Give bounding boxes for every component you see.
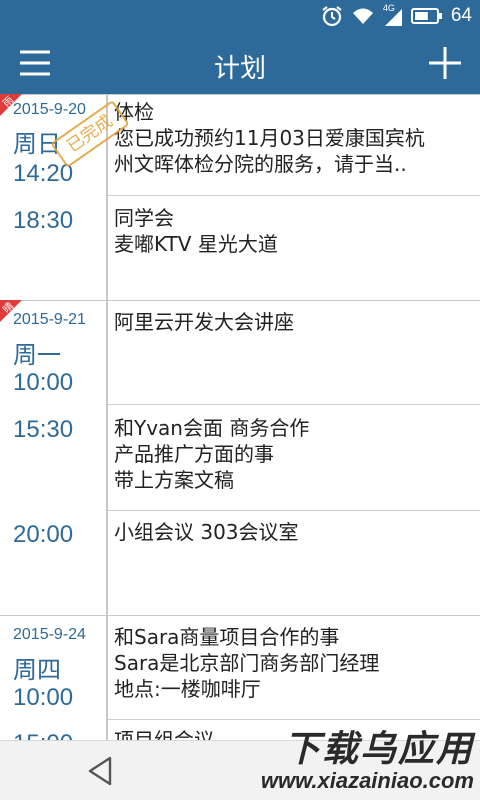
event-divider bbox=[108, 404, 480, 405]
day-date: 2015-9-24 bbox=[13, 626, 86, 643]
event-item[interactable]: 阿里云开发大会讲座 bbox=[108, 309, 480, 399]
event-detail: 带上方案文稿 bbox=[114, 468, 234, 492]
event-detail: 地点:一楼咖啡厅 bbox=[114, 677, 261, 701]
watermark-title: 下载乌应用 bbox=[283, 729, 474, 770]
battery-icon bbox=[410, 8, 442, 24]
plan-list[interactable]: 雨 2015-9-20 周日 14:20 体检 您已成功预约11月03日爱康国宾… bbox=[0, 94, 480, 740]
event-item[interactable]: 体检 您已成功预约11月03日爱康国宾杭 州文晖体检分院的服务，请于当.. bbox=[108, 99, 480, 195]
event-time: 20:00 bbox=[13, 521, 74, 548]
event-item[interactable]: 和Sara商量项目合作的事 Sara是北京部门商务部门经理 地点:一楼咖啡厅 bbox=[108, 624, 480, 714]
signal-4g-icon: 4G bbox=[383, 3, 403, 27]
app-bar: 计划 bbox=[0, 32, 480, 94]
event-item[interactable]: 同学会 麦嘟KTV 星光大道 bbox=[108, 205, 480, 295]
event-time: 10:00 bbox=[13, 684, 74, 711]
page-title: 计划 bbox=[213, 54, 266, 84]
event-detail: 州文晖体检分院的服务，请于当.. bbox=[114, 152, 407, 176]
add-plan-button[interactable] bbox=[422, 40, 468, 86]
status-bar: 06:14 4G 64 bbox=[0, 0, 480, 32]
alarm-icon bbox=[322, 6, 342, 27]
event-item[interactable]: 小组会议 303会议室 bbox=[108, 519, 480, 609]
day-divider bbox=[0, 94, 480, 95]
day-weekday: 周一 bbox=[13, 341, 61, 369]
event-time: 15:00 bbox=[13, 730, 73, 740]
event-detail: 麦嘟KTV 星光大道 bbox=[114, 232, 278, 256]
event-detail: 您已成功预约11月03日爱康国宾杭 bbox=[114, 126, 425, 150]
day-date: 2015-9-21 bbox=[13, 311, 86, 328]
day-weekday: 周四 bbox=[13, 656, 61, 684]
event-title: 同学会 bbox=[114, 206, 174, 230]
watermark-url: www.xiazainiao.com bbox=[260, 768, 474, 793]
event-title: 体检 bbox=[114, 100, 154, 124]
day-section: 晴 2015-9-21 周一 10:00 阿里云开发大会讲座 15:30 和Yv… bbox=[0, 300, 480, 615]
wifi-icon bbox=[352, 8, 373, 24]
event-divider bbox=[108, 195, 480, 196]
battery-percent: 64 bbox=[450, 5, 472, 26]
day-date: 2015-9-20 bbox=[13, 101, 86, 118]
status-time: 06:14 bbox=[8, 5, 56, 26]
event-item[interactable]: 和Yvan会面 商务合作 产品推广方面的事 带上方案文稿 bbox=[108, 415, 480, 510]
event-time: 15:30 bbox=[13, 416, 74, 443]
event-title: 小组会议 303会议室 bbox=[114, 520, 299, 544]
day-divider bbox=[0, 300, 480, 301]
back-button[interactable] bbox=[84, 753, 116, 789]
day-divider bbox=[0, 615, 480, 616]
event-time: 18:30 bbox=[13, 207, 74, 234]
back-triangle-icon bbox=[88, 756, 112, 786]
plus-icon bbox=[429, 47, 461, 79]
event-detail: 产品推广方面的事 bbox=[114, 442, 274, 466]
event-title: 和Yvan会面 商务合作 bbox=[114, 416, 310, 440]
event-detail: Sara是北京部门商务部门经理 bbox=[114, 651, 380, 675]
status-icons: 4G 64 bbox=[321, 3, 472, 28]
event-title: 阿里云开发大会讲座 bbox=[114, 310, 294, 334]
event-divider bbox=[108, 510, 480, 511]
day-section: 雨 2015-9-20 周日 14:20 体检 您已成功预约11月03日爱康国宾… bbox=[0, 94, 480, 300]
event-title: 和Sara商量项目合作的事 bbox=[114, 625, 340, 649]
watermark: 下载乌应用 www.xiazainiao.com bbox=[246, 720, 474, 800]
event-time: 10:00 bbox=[13, 369, 74, 396]
